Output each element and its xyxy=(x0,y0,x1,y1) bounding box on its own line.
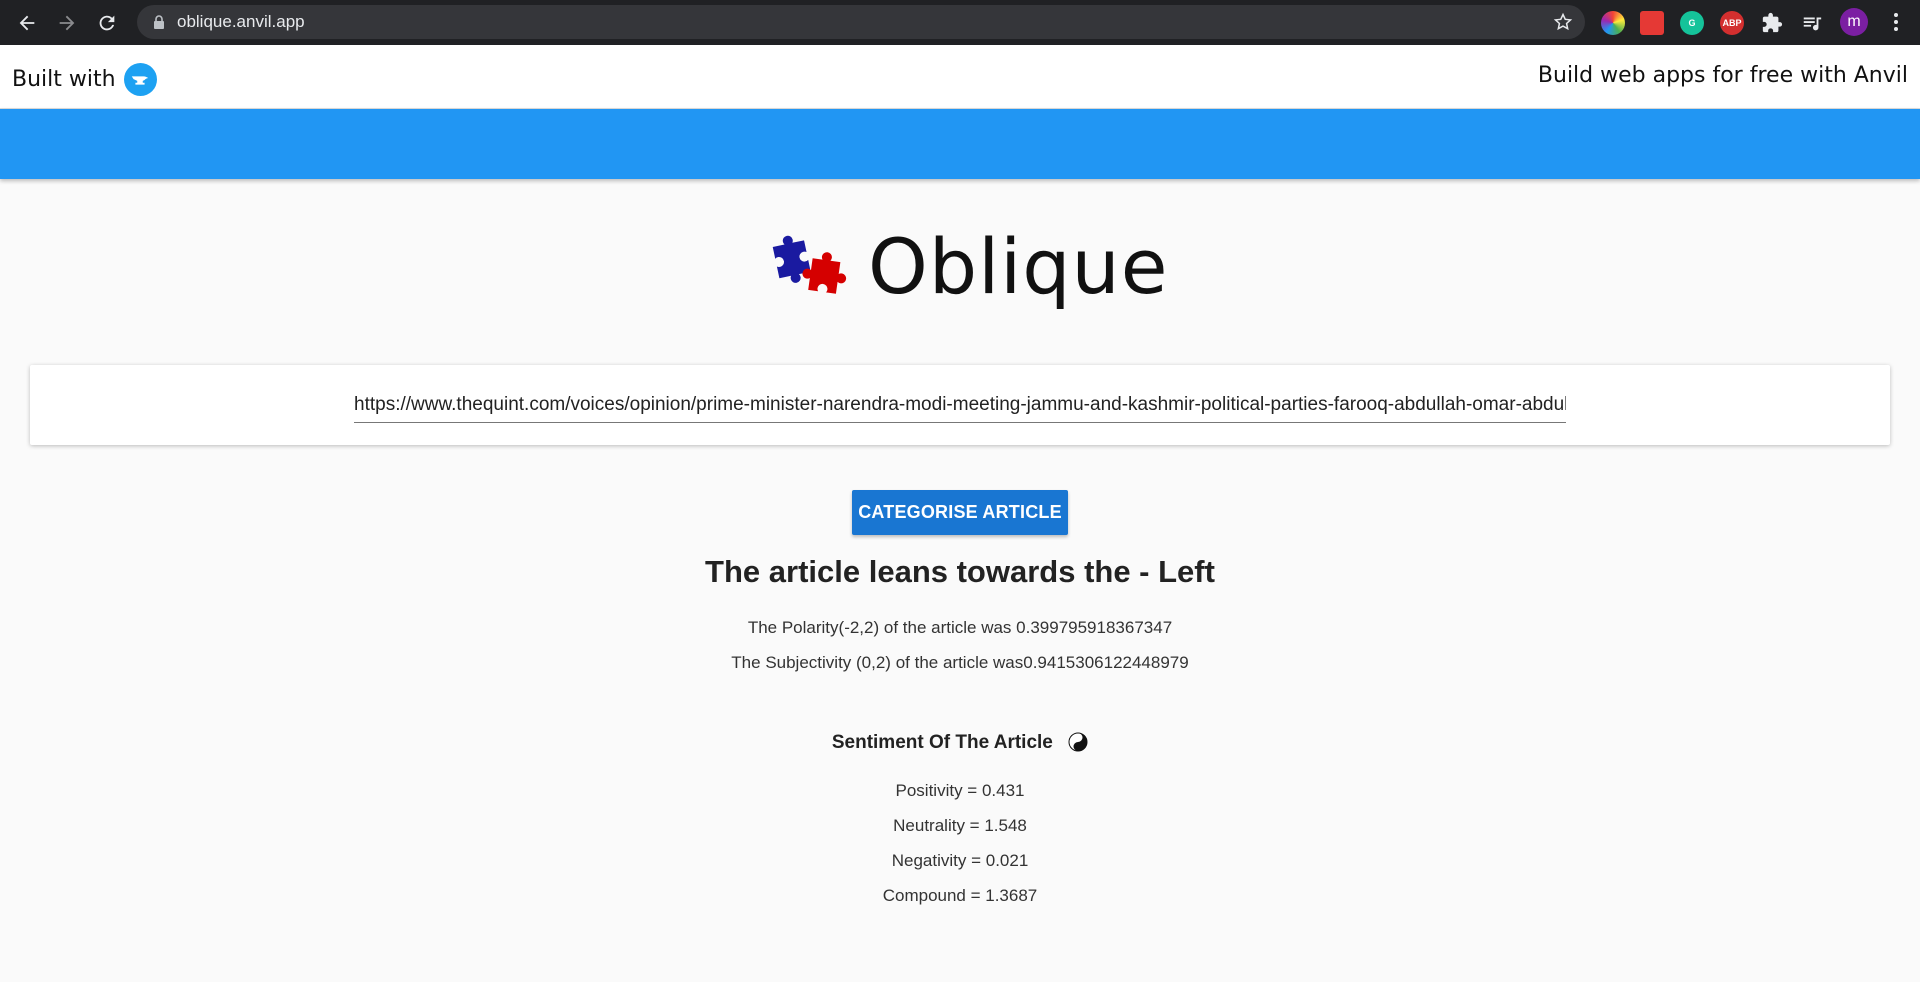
reload-icon xyxy=(99,15,115,31)
anvil-banner: Built with Build web apps for free with … xyxy=(0,45,1920,109)
built-with-link[interactable]: Built with xyxy=(12,63,157,96)
anvil-logo-icon xyxy=(123,63,157,96)
puzzle-logo-icon xyxy=(772,235,847,294)
abp-extension-icon[interactable]: ABP xyxy=(1720,11,1744,35)
profile-initial: m xyxy=(1847,13,1861,30)
yin-yang-icon xyxy=(1068,732,1088,752)
address-url: oblique.anvil.app xyxy=(177,12,305,31)
sentiment-title: Sentiment Of The Article xyxy=(0,732,1920,754)
lean-result: The article leans towards the - Left xyxy=(705,554,1215,589)
pdf-extension-icon[interactable] xyxy=(1640,11,1664,35)
app-header xyxy=(0,109,1920,179)
puzzle-extensions-icon[interactable] xyxy=(1760,11,1784,35)
back-arrow-icon xyxy=(19,15,35,31)
bookmark-star-icon[interactable] xyxy=(1553,12,1573,32)
compound-text: Compound = 1.3687 xyxy=(882,886,1038,905)
build-free-link[interactable]: Build web apps for free with Anvil xyxy=(1538,63,1908,88)
polarity-text: The Polarity(-2,2) of the article was 0.… xyxy=(747,618,1173,637)
reload-button[interactable] xyxy=(90,6,124,40)
oblique-logo: Oblique xyxy=(768,222,1167,312)
abp-label: ABP xyxy=(1722,18,1742,28)
browser-toolbar: oblique.anvil.app G ABP m xyxy=(0,0,1920,45)
categorise-article-button[interactable]: CATEGORISE ARTICLE xyxy=(852,490,1068,535)
neutrality-text: Neutrality = 1.548 xyxy=(893,816,1027,835)
media-control-icon[interactable] xyxy=(1800,11,1824,35)
color-extension-icon[interactable] xyxy=(1601,11,1625,35)
sentiment-title-text: Sentiment Of The Article xyxy=(831,732,1053,753)
built-with-label: Built with xyxy=(12,67,116,92)
lock-icon xyxy=(154,15,164,29)
negativity-text: Negativity = 0.021 xyxy=(891,851,1029,870)
forward-arrow-icon xyxy=(59,15,75,31)
forward-button[interactable] xyxy=(50,6,84,40)
subjectivity-text: The Subjectivity (0,2) of the article wa… xyxy=(731,653,1189,672)
positivity-text: Positivity = 0.431 xyxy=(895,781,1025,800)
address-bar[interactable]: oblique.anvil.app xyxy=(137,5,1585,39)
grammarly-extension-icon[interactable]: G xyxy=(1680,11,1704,35)
url-card xyxy=(30,365,1890,445)
article-url-input[interactable] xyxy=(354,387,1566,423)
profile-avatar[interactable]: m xyxy=(1840,8,1868,36)
back-button[interactable] xyxy=(10,6,44,40)
logo-text: Oblique xyxy=(868,222,1169,311)
browser-menu-button[interactable] xyxy=(1882,8,1910,36)
